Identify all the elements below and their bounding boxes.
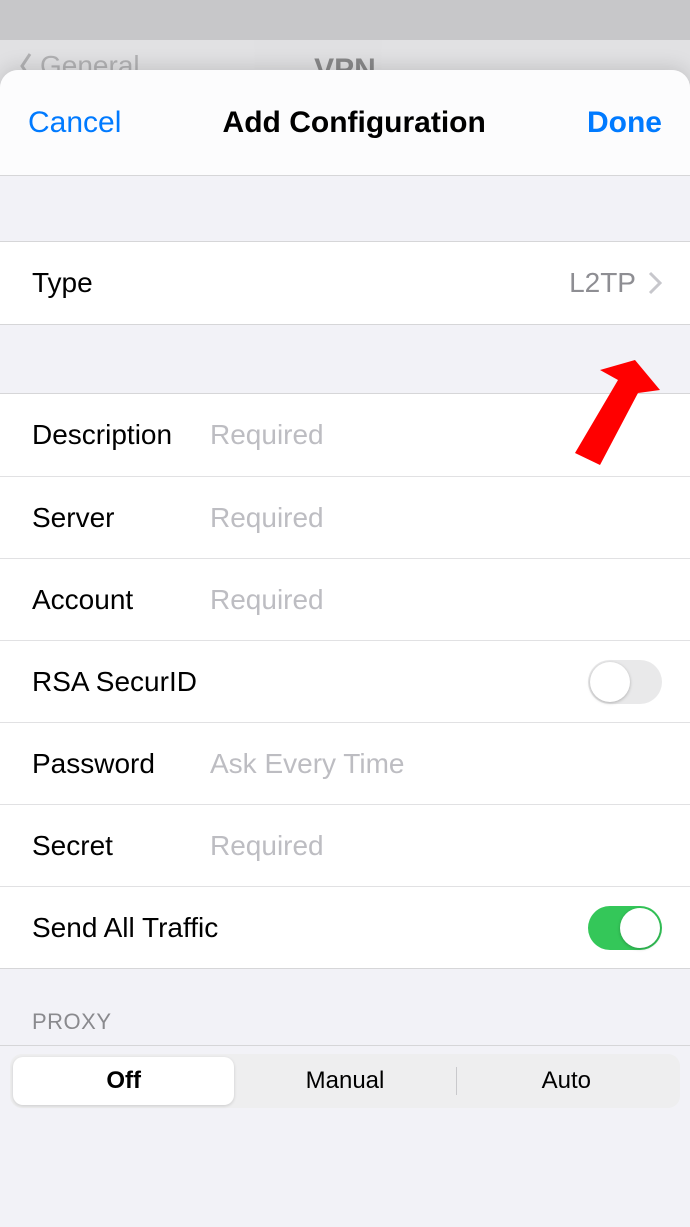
proxy-segmented-bar: Off Manual Auto xyxy=(0,1046,690,1116)
password-label: Password xyxy=(32,748,210,780)
server-input[interactable] xyxy=(210,502,662,534)
password-row[interactable]: Password xyxy=(0,722,690,804)
password-input[interactable] xyxy=(210,748,662,780)
group-fields: Description Server Account RSA SecurID P… xyxy=(0,394,690,968)
modal-header: Cancel Add Configuration Done xyxy=(0,70,690,176)
secret-input[interactable] xyxy=(210,830,662,862)
description-row[interactable]: Description xyxy=(0,394,690,476)
secret-row[interactable]: Secret xyxy=(0,804,690,886)
proxy-section-label: PROXY xyxy=(0,968,690,1045)
account-row[interactable]: Account xyxy=(0,558,690,640)
send-all-row[interactable]: Send All Traffic xyxy=(0,886,690,968)
done-button[interactable]: Done xyxy=(587,106,662,140)
rsa-row[interactable]: RSA SecurID xyxy=(0,640,690,722)
send-all-label: Send All Traffic xyxy=(32,912,588,944)
description-input[interactable] xyxy=(210,419,662,451)
cancel-button[interactable]: Cancel xyxy=(28,106,121,140)
server-row[interactable]: Server xyxy=(0,476,690,558)
account-input[interactable] xyxy=(210,584,662,616)
rsa-toggle[interactable] xyxy=(588,660,662,704)
type-value-text: L2TP xyxy=(569,267,636,299)
proxy-seg-auto[interactable]: Auto xyxy=(456,1057,677,1105)
modal-sheet: Cancel Add Configuration Done Type L2TP … xyxy=(0,70,690,1227)
group-type: Type L2TP xyxy=(0,242,690,324)
description-label: Description xyxy=(32,419,210,451)
spacer xyxy=(0,176,690,242)
proxy-seg-manual[interactable]: Manual xyxy=(234,1057,455,1105)
account-label: Account xyxy=(32,584,210,616)
screen: VPN General Cancel Add Configuration Don… xyxy=(0,0,690,1227)
proxy-segmented[interactable]: Off Manual Auto xyxy=(10,1054,680,1108)
spacer xyxy=(0,324,690,394)
server-label: Server xyxy=(32,502,210,534)
secret-label: Secret xyxy=(32,830,210,862)
modal-title: Add Configuration xyxy=(223,106,486,140)
proxy-seg-off[interactable]: Off xyxy=(13,1057,234,1105)
type-label: Type xyxy=(32,267,210,299)
chevron-right-icon xyxy=(648,271,662,295)
send-all-toggle[interactable] xyxy=(588,906,662,950)
rsa-label: RSA SecurID xyxy=(32,666,588,698)
type-value: L2TP xyxy=(569,267,662,299)
type-row[interactable]: Type L2TP xyxy=(0,242,690,324)
